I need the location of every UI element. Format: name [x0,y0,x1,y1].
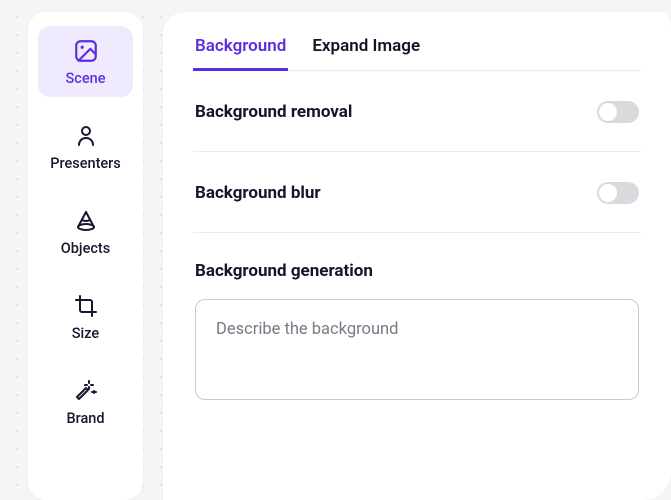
sidebar-item-brand[interactable]: Brand [38,366,133,437]
person-icon [73,123,99,149]
section-title: Background blur [195,183,321,203]
section-background-removal: Background removal [193,71,641,152]
sidebar: Scene Presenters Objects [28,12,143,500]
section-background-generation: Background generation Describe the backg… [193,233,641,400]
crop-icon [73,293,99,319]
toggle-knob [599,184,617,202]
app-shell: Scene Presenters Objects [0,0,671,500]
background-description-input[interactable]: Describe the background [195,299,639,400]
sidebar-item-objects[interactable]: Objects [38,196,133,267]
sidebar-item-size[interactable]: Size [38,281,133,352]
sidebar-item-label: Size [72,325,99,342]
cone-icon [73,208,99,234]
tab-background[interactable]: Background [193,30,288,71]
section-background-blur: Background blur [193,152,641,233]
magic-wand-icon [73,378,99,404]
image-icon [73,38,99,64]
tab-expand-image[interactable]: Expand Image [310,30,422,71]
toggle-knob [599,103,617,121]
tabs: Background Expand Image [193,30,641,71]
sidebar-item-label: Presenters [50,155,121,172]
sidebar-item-label: Scene [66,70,106,87]
main-panel: Background Expand Image Background remov… [163,12,671,500]
sidebar-item-presenters[interactable]: Presenters [38,111,133,182]
sidebar-item-scene[interactable]: Scene [38,26,133,97]
toggle-background-blur[interactable] [597,182,639,204]
sidebar-item-label: Brand [66,410,104,427]
section-title: Background generation [195,261,639,281]
sidebar-item-label: Objects [61,240,110,257]
section-title: Background removal [195,102,352,122]
toggle-background-removal[interactable] [597,101,639,123]
